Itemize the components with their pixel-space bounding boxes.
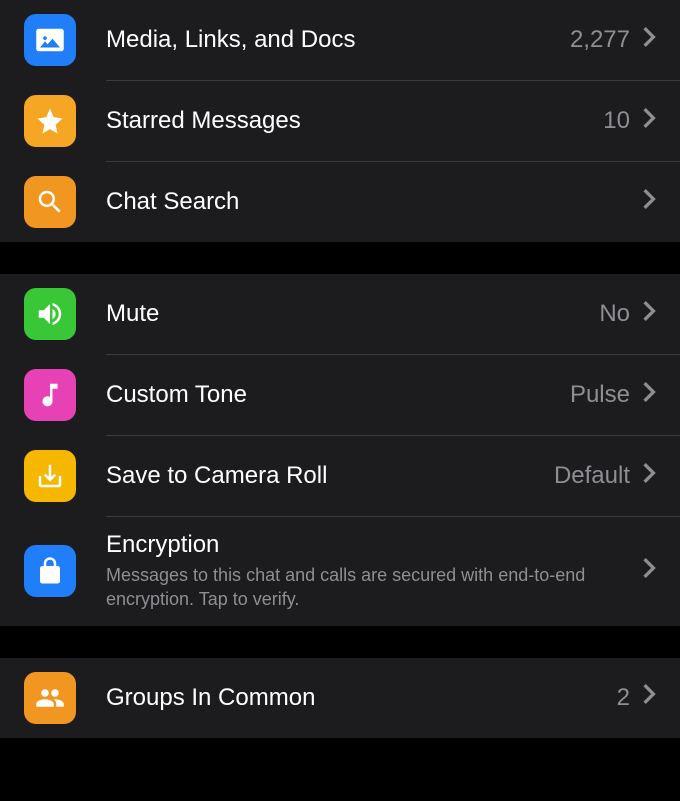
- lock-icon: [24, 545, 76, 597]
- photo-icon: [24, 14, 76, 66]
- row-content: Encryption Messages to this chat and cal…: [106, 531, 642, 612]
- row-content: Starred Messages: [106, 107, 603, 135]
- row-value: No: [599, 300, 630, 328]
- row-label: Media, Links, and Docs: [106, 26, 570, 54]
- row-subtitle: Messages to this chat and calls are secu…: [106, 563, 586, 612]
- chevron-right-icon: [642, 462, 656, 491]
- chevron-right-icon: [642, 26, 656, 55]
- row-label: Save to Camera Roll: [106, 462, 554, 490]
- row-groups-in-common[interactable]: Groups In Common 2: [0, 658, 680, 738]
- row-encryption[interactable]: Encryption Messages to this chat and cal…: [0, 517, 680, 626]
- row-label: Chat Search: [106, 188, 642, 216]
- section-media: Media, Links, and Docs 2,277 Starred Mes…: [0, 0, 680, 242]
- row-value: 2: [617, 684, 630, 712]
- chevron-right-icon: [642, 381, 656, 410]
- row-content: Chat Search: [106, 188, 642, 216]
- row-label: Groups In Common: [106, 684, 617, 712]
- row-value: Default: [554, 462, 630, 490]
- download-icon: [24, 450, 76, 502]
- row-mute[interactable]: Mute No: [0, 274, 680, 354]
- row-content: Mute: [106, 300, 599, 328]
- chevron-right-icon: [642, 683, 656, 712]
- row-label: Custom Tone: [106, 381, 570, 409]
- row-content: Custom Tone: [106, 381, 570, 409]
- group-icon: [24, 672, 76, 724]
- section-preferences: Mute No Custom Tone Pulse Save to Camera…: [0, 274, 680, 626]
- music-icon: [24, 369, 76, 421]
- chevron-right-icon: [642, 557, 656, 586]
- row-content: Media, Links, and Docs: [106, 26, 570, 54]
- row-value: Pulse: [570, 381, 630, 409]
- row-label: Encryption: [106, 531, 642, 559]
- row-save-camera-roll[interactable]: Save to Camera Roll Default: [0, 436, 680, 516]
- chevron-right-icon: [642, 107, 656, 136]
- section-groups: Groups In Common 2: [0, 658, 680, 738]
- speaker-icon: [24, 288, 76, 340]
- chevron-right-icon: [642, 188, 656, 217]
- row-custom-tone[interactable]: Custom Tone Pulse: [0, 355, 680, 435]
- chevron-right-icon: [642, 300, 656, 329]
- search-icon: [24, 176, 76, 228]
- row-label: Starred Messages: [106, 107, 603, 135]
- row-content: Groups In Common: [106, 684, 617, 712]
- row-chat-search[interactable]: Chat Search: [0, 162, 680, 242]
- row-value: 2,277: [570, 26, 630, 54]
- row-value: 10: [603, 107, 630, 135]
- row-label: Mute: [106, 300, 599, 328]
- row-media-links-docs[interactable]: Media, Links, and Docs 2,277: [0, 0, 680, 80]
- row-content: Save to Camera Roll: [106, 462, 554, 490]
- row-starred-messages[interactable]: Starred Messages 10: [0, 81, 680, 161]
- star-icon: [24, 95, 76, 147]
